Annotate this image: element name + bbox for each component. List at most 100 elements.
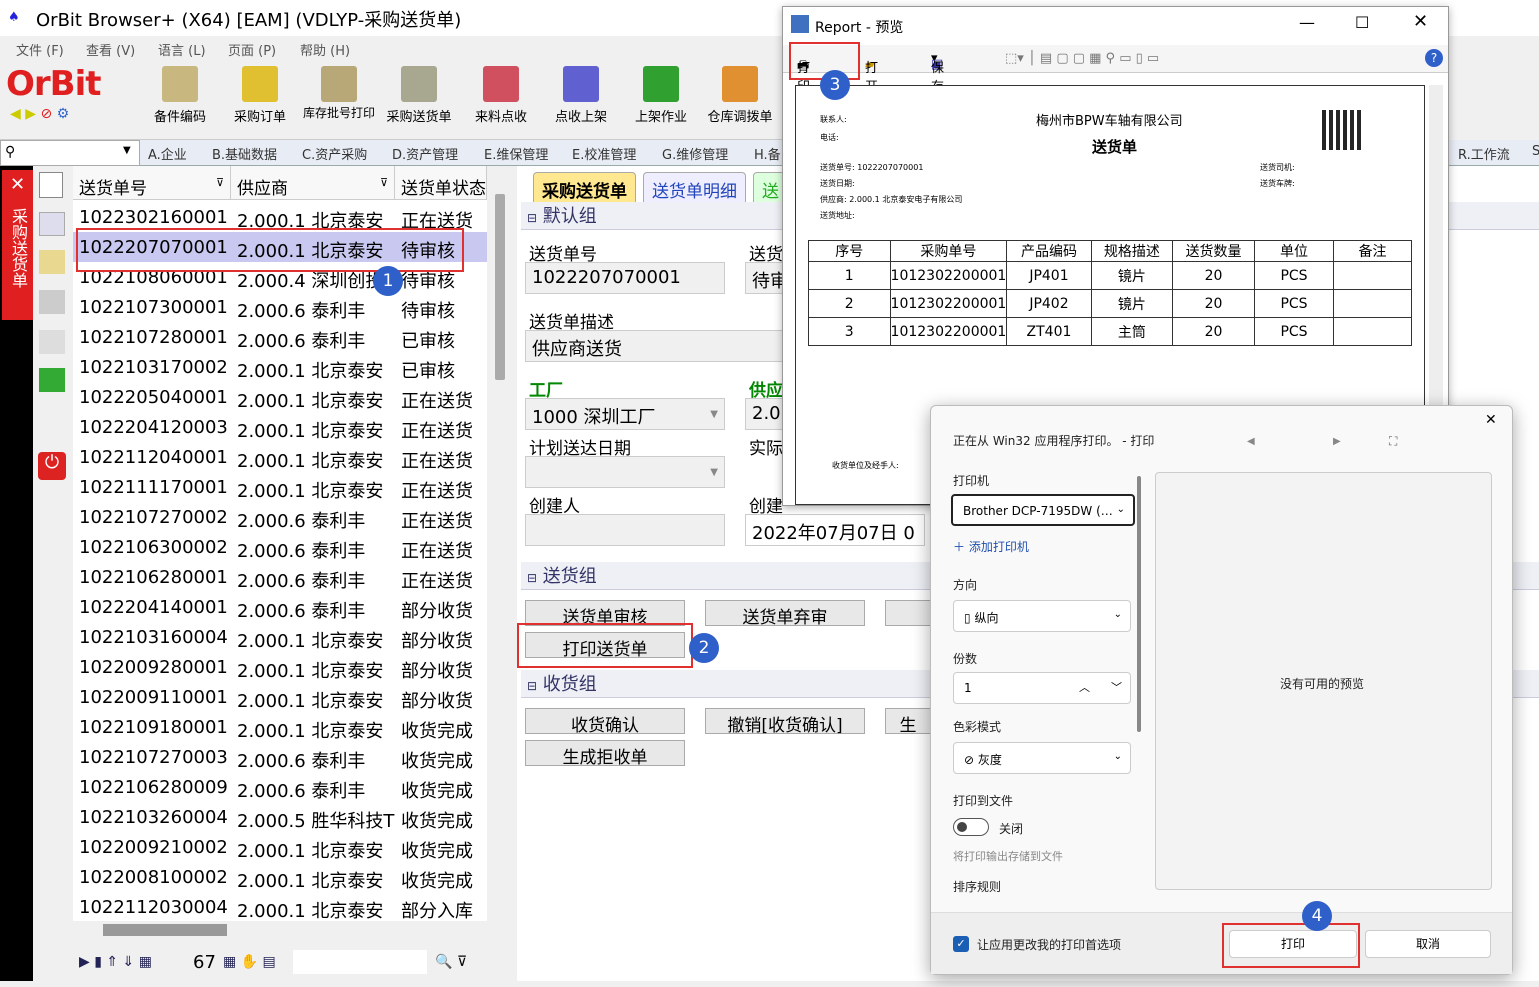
chevron-down-icon[interactable]: ▼ bbox=[123, 145, 131, 156]
tab-calibration[interactable]: E.校准管理 bbox=[572, 144, 636, 163]
record-search-input[interactable] bbox=[293, 950, 427, 974]
table-row[interactable]: 1022204140001 2.000.6 泰利丰 部分收货 bbox=[73, 592, 487, 622]
generate-button[interactable]: 生 bbox=[885, 708, 931, 736]
fit-page-icon[interactable]: ⛶ bbox=[1389, 434, 1397, 449]
printer-select[interactable]: Brother DCP-7195DW (… ⌄ bbox=[951, 494, 1135, 526]
next-page-icon[interactable]: ▶ bbox=[1333, 436, 1341, 447]
table-row[interactable]: 1022107270003 2.000.6 泰利丰 收货完成 bbox=[73, 742, 487, 772]
new-doc-icon[interactable] bbox=[39, 172, 63, 198]
table-row[interactable]: 1022204120003 2.000.1 北京泰安 正在送货 bbox=[73, 412, 487, 442]
table-row[interactable]: 1022111170001 2.000.1 北京泰安 正在送货 bbox=[73, 472, 487, 502]
record-nav-icon[interactable]: ▶ ▮ ⇑ ⇓ ▦ bbox=[79, 954, 152, 970]
table-row[interactable]: 1022112040001 2.000.1 北京泰安 正在送货 bbox=[73, 442, 487, 472]
tab-delivery-detail[interactable]: 送货单明细 bbox=[643, 172, 746, 202]
field-desc[interactable]: 供应商送货 bbox=[525, 330, 785, 362]
orientation-select[interactable]: ▯ 纵向 ⌄ bbox=[953, 600, 1131, 632]
tab-basic-data[interactable]: B.基础数据 bbox=[212, 144, 277, 163]
tab-asset-purchase[interactable]: C.资产采购 bbox=[302, 144, 367, 163]
allow-checkbox[interactable]: ✓ bbox=[953, 936, 969, 952]
cancel-receive-button[interactable]: 撤销[收货确认] bbox=[705, 708, 865, 736]
field-created[interactable]: 2022年07月07日 0 bbox=[745, 514, 925, 546]
delete-icon[interactable] bbox=[39, 290, 65, 314]
side-tab-delivery[interactable]: ✕ 采购送货单 bbox=[2, 170, 33, 320]
filter-icon[interactable]: 🔍 ⊽ bbox=[435, 954, 467, 970]
menu-page[interactable]: 页面 (P) bbox=[228, 40, 276, 59]
toolbar-purchase-order[interactable]: 采购订单 bbox=[228, 66, 292, 125]
menu-file[interactable]: 文件 (F) bbox=[16, 40, 64, 59]
tab-asset-manage[interactable]: D.资产管理 bbox=[392, 144, 458, 163]
maximize-icon[interactable]: ☐ bbox=[1355, 13, 1369, 32]
toolbar-receive-check[interactable]: 来料点收 bbox=[466, 66, 536, 125]
toolbar-transfer[interactable]: 仓库调拨单 bbox=[702, 66, 778, 125]
col-header-supplier[interactable]: 供应商 ⊽ bbox=[231, 166, 395, 200]
menu-help[interactable]: 帮助 (H) bbox=[300, 40, 350, 59]
table-row[interactable]: 1022109180001 2.000.1 北京泰安 收货完成 bbox=[73, 712, 487, 742]
col-header-status[interactable]: 送货单状态 bbox=[395, 166, 487, 200]
close-icon[interactable]: ✕ bbox=[1413, 11, 1428, 32]
col-header-no[interactable]: 送货单号 ⊽ bbox=[73, 166, 231, 200]
menu-view[interactable]: 查看 (V) bbox=[86, 40, 135, 59]
prev-page-icon[interactable]: ◀ bbox=[1247, 436, 1255, 447]
nav-arrows-icon[interactable]: ◀ ▶ ⊘ ⚙ bbox=[10, 106, 69, 122]
field-creator[interactable] bbox=[525, 514, 725, 546]
toolbar-batch-print[interactable]: 库存批号打印 bbox=[300, 66, 378, 120]
search-input[interactable]: ⚲ ▼ bbox=[0, 140, 140, 166]
copy-icon[interactable] bbox=[39, 212, 65, 236]
report-tool-icons[interactable]: ⬚▾ │ ▤ ▢ ▢ ▦ ⚲ ▭ ▯ ▭ bbox=[1005, 51, 1159, 66]
add-printer-link[interactable]: ＋ 添加打印机 bbox=[953, 538, 1029, 555]
cell-supplier: 2.000.1 北京泰安 bbox=[237, 631, 384, 652]
table-row[interactable]: 1022008100002 2.000.1 北京泰安 收货完成 bbox=[73, 862, 487, 892]
tab-maintenance[interactable]: E.维保管理 bbox=[484, 144, 548, 163]
print-to-file-toggle[interactable] bbox=[953, 818, 989, 836]
table-row[interactable]: 1022009280001 2.000.1 北京泰安 部分收货 bbox=[73, 652, 487, 682]
color-select[interactable]: ⊘ 灰度 ⌄ bbox=[953, 742, 1131, 774]
table-row[interactable]: 1022107270002 2.000.6 泰利丰 正在送货 bbox=[73, 502, 487, 532]
toolbar-part-code[interactable]: 备件编码 bbox=[148, 66, 212, 125]
tab-h[interactable]: H.备 bbox=[754, 144, 781, 163]
field-plan-date[interactable]: ▼ bbox=[525, 456, 725, 488]
field-plant[interactable]: 1000 深圳工厂 ▼ bbox=[525, 398, 725, 430]
minimize-icon[interactable]: — bbox=[1299, 13, 1315, 32]
table-row[interactable]: 1022112030004 2.000.1 北京泰安 部分入库 bbox=[73, 892, 487, 922]
tab-repair[interactable]: G.维修管理 bbox=[662, 144, 728, 163]
receive-confirm-button[interactable]: 收货确认 bbox=[525, 708, 685, 736]
field-delivery-no[interactable]: 1022207070001 bbox=[525, 262, 725, 294]
toolbar-delivery-note[interactable]: 采购送货单 bbox=[380, 66, 458, 125]
record-tools-icon[interactable]: ▦ ✋ ▤ bbox=[223, 954, 276, 970]
table-row[interactable]: 1022009110001 2.000.1 北京泰安 部分收货 bbox=[73, 682, 487, 712]
tab-enterprise[interactable]: A.企业 bbox=[148, 144, 187, 163]
help-icon[interactable]: ? bbox=[1425, 49, 1443, 67]
print-cancel-button[interactable]: 取消 bbox=[1365, 930, 1491, 958]
close-icon[interactable]: ✕ bbox=[1485, 412, 1497, 428]
table-row[interactable]: 1022103260004 2.000.5 胜华科技T 收货完成 bbox=[73, 802, 487, 832]
tab-s[interactable]: S bbox=[1532, 144, 1539, 159]
table-row[interactable]: 1022106280001 2.000.6 泰利丰 正在送货 bbox=[73, 562, 487, 592]
toolbar-receive-shelf[interactable]: 点收上架 bbox=[546, 66, 616, 125]
tab-workflow[interactable]: R.工作流 bbox=[1458, 144, 1510, 163]
reject-button[interactable]: 生成拒收单 bbox=[525, 740, 685, 768]
abandon-button[interactable]: 送货单弃审 bbox=[705, 600, 865, 628]
table-row[interactable]: 1022205040001 2.000.1 北京泰安 正在送货 bbox=[73, 382, 487, 412]
close-icon[interactable]: ✕ bbox=[10, 174, 25, 195]
copies-stepper[interactable]: 1 ︿ ﹀ bbox=[953, 672, 1131, 704]
table-row[interactable]: 1022106300002 2.000.6 泰利丰 正在送货 bbox=[73, 532, 487, 562]
edit-icon[interactable] bbox=[39, 250, 65, 274]
toolbar-shelving[interactable]: 上架作业 bbox=[626, 66, 696, 125]
power-icon[interactable]: ⏻ bbox=[38, 452, 66, 480]
menu-language[interactable]: 语言 (L) bbox=[158, 40, 206, 59]
table-row[interactable]: 1022009210002 2.000.1 北京泰安 收货完成 bbox=[73, 832, 487, 862]
table-row[interactable]: 1022103160004 2.000.1 北京泰安 部分收货 bbox=[73, 622, 487, 652]
settings-scrollbar[interactable] bbox=[1137, 476, 1141, 732]
table-row[interactable]: 1022103170002 2.000.1 北京泰安 已审核 bbox=[73, 352, 487, 382]
list-scrollbar[interactable] bbox=[487, 166, 516, 921]
table-row[interactable]: 1022107280001 2.000.6 泰利丰 已审核 bbox=[73, 322, 487, 352]
table-row[interactable]: 1022107300001 2.000.6 泰利丰 待审核 bbox=[73, 292, 487, 322]
undo-icon[interactable] bbox=[39, 330, 65, 354]
report-save-button[interactable]: ▣ 保存 ▾ bbox=[931, 51, 944, 95]
save-icon[interactable] bbox=[39, 368, 65, 392]
tab-delivery-note[interactable]: 采购送货单 bbox=[533, 172, 636, 202]
table-row[interactable]: 1022106280009 2.000.6 泰利丰 收货完成 bbox=[73, 772, 487, 802]
h-scroll-thumb[interactable] bbox=[103, 924, 227, 936]
scroll-thumb[interactable] bbox=[495, 194, 505, 380]
extra-button[interactable] bbox=[885, 600, 931, 626]
